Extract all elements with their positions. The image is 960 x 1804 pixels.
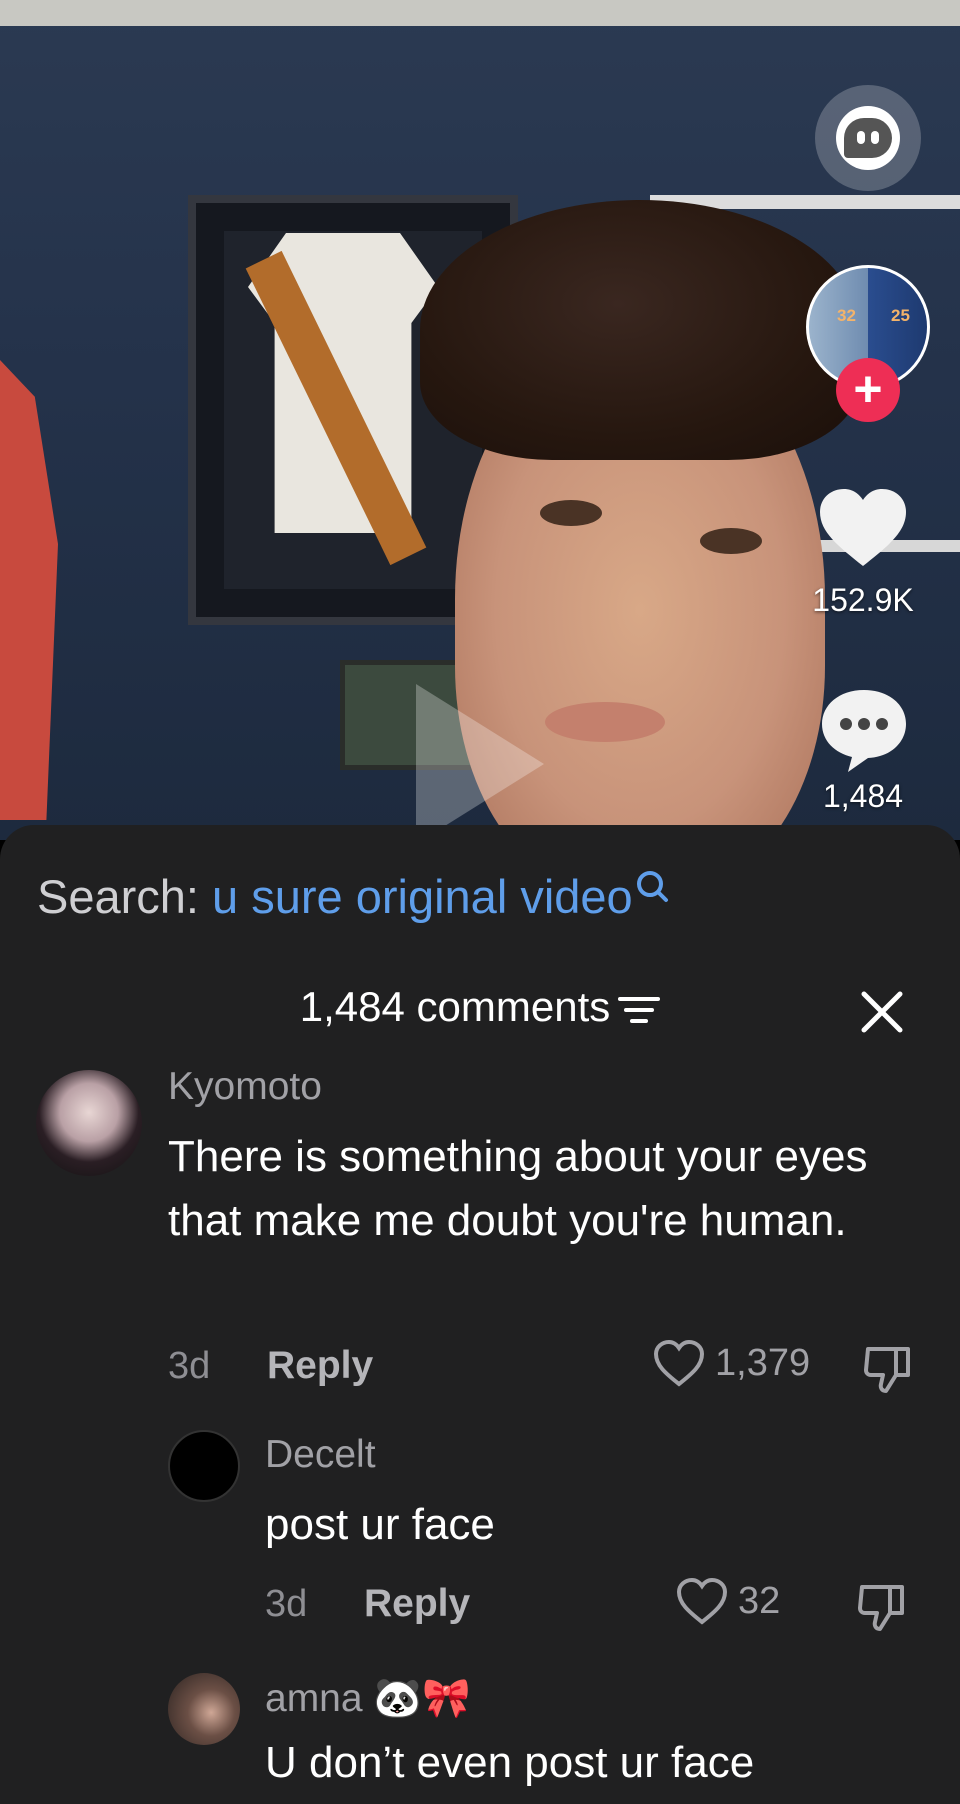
reply-text: U don’t even post ur face bbox=[265, 1738, 755, 1787]
follow-plus-button[interactable]: + bbox=[836, 358, 900, 422]
video-eye-left bbox=[540, 500, 602, 526]
author-avatar-number-right: 25 bbox=[891, 306, 910, 325]
reply-username[interactable]: amna 🐼🎀 bbox=[265, 1675, 471, 1721]
video-person-hair bbox=[420, 200, 860, 460]
video-ceiling bbox=[0, 0, 960, 26]
heart-icon[interactable] bbox=[818, 488, 908, 568]
ai-assistant-button[interactable] bbox=[815, 85, 921, 191]
comment-bubble-icon[interactable] bbox=[818, 686, 910, 774]
reply-item: amna 🐼🎀 U don’t even post ur face bbox=[0, 825, 960, 1804]
video-mouth bbox=[545, 702, 665, 742]
video-eye-right bbox=[700, 528, 762, 554]
ai-chat-icon bbox=[836, 106, 900, 170]
author-avatar-number-left: 32 bbox=[837, 306, 856, 325]
comments-sheet: Search: u sure original video 1,484 comm… bbox=[0, 825, 960, 1804]
like-count: 152.9K bbox=[812, 582, 914, 618]
comment-count: 1,484 bbox=[822, 778, 904, 814]
play-icon[interactable] bbox=[416, 684, 544, 840]
avatar[interactable] bbox=[168, 1673, 240, 1745]
video-flag bbox=[0, 360, 58, 820]
